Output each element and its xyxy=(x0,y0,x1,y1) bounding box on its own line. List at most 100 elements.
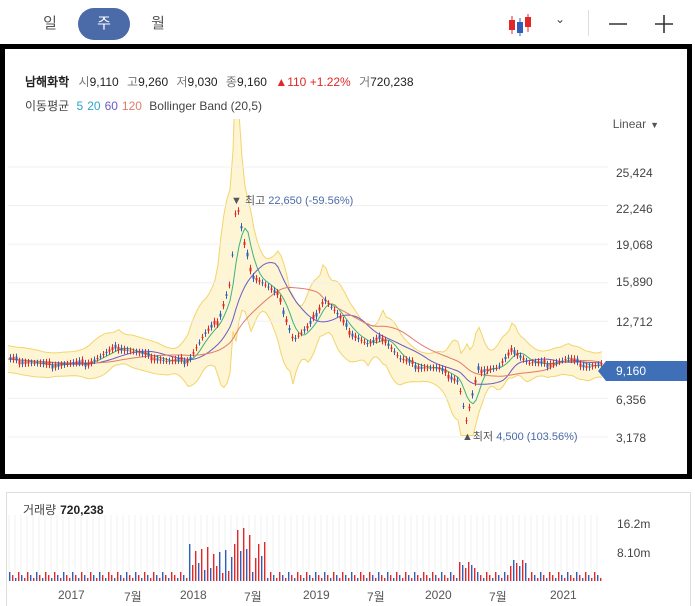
candle-body xyxy=(171,359,174,362)
volume-bar xyxy=(174,575,176,581)
candle-body xyxy=(354,335,357,338)
volume-bar xyxy=(558,572,560,581)
volume-bar xyxy=(495,572,497,581)
candle-body xyxy=(108,349,111,352)
volume-bar xyxy=(21,575,23,581)
low-annotation: ▲최저 4,500 (103.56%) xyxy=(462,431,578,443)
candle-body xyxy=(444,369,447,374)
candle-body xyxy=(225,294,228,296)
high-annotation: ▼ 최고 22,650 (-59.56%) xyxy=(231,195,354,207)
ohlc-summary: 남해화학 시9,110 고9,260 저9,030 종9,160 ▲110 +1… xyxy=(25,73,419,90)
candle-body xyxy=(489,368,492,370)
zoom-in-button[interactable] xyxy=(648,8,680,40)
volume-bar xyxy=(573,578,575,581)
zoom-out-button[interactable] xyxy=(602,8,634,40)
candle-body xyxy=(552,362,555,365)
volume-bar xyxy=(372,575,374,581)
volume-bar xyxy=(396,572,398,581)
volume-bar xyxy=(219,552,221,581)
volume-plot[interactable] xyxy=(7,515,603,585)
candle-body xyxy=(111,347,114,351)
candle-body xyxy=(195,347,198,349)
volume-bar xyxy=(468,562,470,581)
volume-bar xyxy=(66,575,68,581)
volume-bar xyxy=(189,544,191,581)
volume-bar xyxy=(321,578,323,581)
chevron-down-icon: ⌄ xyxy=(555,12,566,26)
candle-body xyxy=(411,360,414,364)
scale-label: Linear xyxy=(612,117,647,131)
volume-bar xyxy=(366,578,368,581)
candle-body xyxy=(183,360,186,365)
candle-body xyxy=(99,356,102,358)
volume-bar xyxy=(246,549,248,581)
low-label: 저 xyxy=(176,75,188,89)
volume-panel[interactable]: 거래량 720,238 16.2m 8.10m xyxy=(6,492,691,606)
price-tick: 12,712 xyxy=(616,315,653,329)
tab-daily[interactable]: 일 xyxy=(24,8,76,40)
volume-bar xyxy=(429,578,431,581)
volume-bar xyxy=(432,572,434,581)
candle-body xyxy=(312,314,315,319)
candle-body xyxy=(105,351,108,354)
volume-bar xyxy=(18,572,20,581)
candle-body xyxy=(249,267,252,272)
candle-body xyxy=(345,323,348,327)
candle-body xyxy=(561,360,564,362)
tab-monthly[interactable]: 월 xyxy=(132,8,184,40)
volume-bar xyxy=(474,568,476,581)
candle-body xyxy=(570,357,573,361)
scale-dropdown[interactable]: Linear ▼ xyxy=(613,117,659,131)
up-arrow-icon: ▲ xyxy=(275,75,288,89)
candle-body xyxy=(189,357,192,360)
volume-bar xyxy=(477,572,479,581)
candle-body xyxy=(426,367,429,369)
candle-body xyxy=(420,366,423,369)
volume-bar xyxy=(237,530,239,581)
candle-body xyxy=(144,352,147,355)
candle-body xyxy=(147,352,150,356)
price-plot[interactable] xyxy=(8,119,608,469)
volume-bar xyxy=(303,578,305,581)
candle-body xyxy=(336,312,339,315)
volume-bar xyxy=(99,572,101,581)
candle-body xyxy=(60,364,63,366)
volume-bar xyxy=(81,572,83,581)
volume-bar xyxy=(117,572,119,581)
candle-body xyxy=(306,326,309,329)
price-chart-panel[interactable]: 남해화학 시9,110 고9,260 저9,030 종9,160 ▲110 +1… xyxy=(0,44,692,479)
candle-body xyxy=(438,367,441,370)
volume-tick: 16.2m xyxy=(617,517,651,531)
candle-body xyxy=(291,336,294,339)
volume-bar xyxy=(33,578,35,581)
volume-bar xyxy=(516,563,518,581)
tab-weekly[interactable]: 주 xyxy=(78,8,130,40)
x-tick: 2019 xyxy=(303,588,330,602)
volume-bar xyxy=(543,575,545,581)
volume-label: 거 xyxy=(359,75,371,89)
candle-body xyxy=(288,327,291,331)
price-tick: 22,246 xyxy=(616,202,653,216)
volume-bar xyxy=(438,578,440,581)
volume-bar xyxy=(342,572,344,581)
volume-bar xyxy=(456,578,458,581)
volume-bar xyxy=(462,565,464,581)
volume-bar xyxy=(513,560,515,581)
volume-bar xyxy=(147,575,149,581)
volume-bar xyxy=(162,572,164,581)
candle-body xyxy=(228,284,231,286)
volume-bar xyxy=(408,575,410,581)
candle-body xyxy=(222,304,225,307)
candle-body xyxy=(384,339,387,343)
candle-body xyxy=(513,350,516,354)
candle-body xyxy=(204,332,207,334)
close-value: 9,160 xyxy=(236,75,267,89)
candle-body xyxy=(558,361,561,363)
volume-bar xyxy=(387,572,389,581)
volume-bar xyxy=(264,542,266,581)
change-value: ▲110 +1.22% xyxy=(275,75,351,89)
toolbar-divider xyxy=(588,10,589,36)
ma-60: 60 xyxy=(104,99,118,113)
chart-type-dropdown[interactable]: ⌄ xyxy=(502,8,582,40)
candle-body xyxy=(75,361,78,364)
